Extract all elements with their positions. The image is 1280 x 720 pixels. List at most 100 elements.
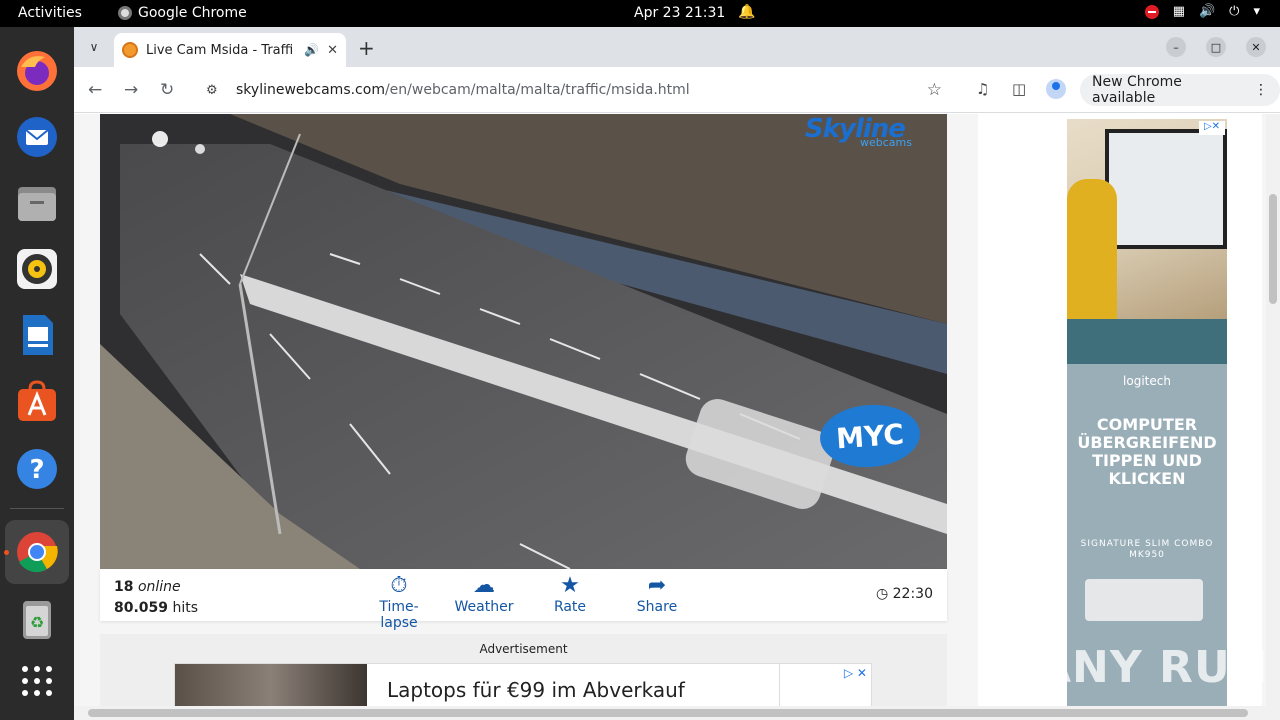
update-chrome-button[interactable]: New Chrome available ⋮ [1080, 74, 1280, 106]
browser-window: ∨ Live Cam Msida - Traffi 🔊 ✕ + – □ ✕ ← … [74, 27, 1280, 720]
share-label: Share [636, 599, 678, 615]
share-icon: ➦ [647, 573, 667, 598]
webcam-video[interactable]: Skyline webcams MYC [100, 114, 947, 569]
ad-banner-text: Laptops für €99 im Abverkauf [387, 678, 685, 702]
trash-icon[interactable]: ♻ [13, 595, 61, 643]
app-center-icon[interactable] [13, 377, 61, 425]
clock-icon: ◷ [875, 586, 889, 602]
weather-label: Weather [454, 599, 514, 615]
power-icon: ⏻ [1229, 4, 1240, 19]
system-tray[interactable]: ▦ 🔊 ⏻ ▾ [1144, 4, 1260, 19]
webcam-info-bar: 18 online 80.059 hits ⏱ Time-lapse ☁ Wea… [100, 569, 947, 631]
help-icon[interactable]: ? [13, 445, 61, 493]
side-ad-brand: logitech [1123, 374, 1171, 388]
hits-label: hits [172, 600, 199, 616]
running-indicator [4, 550, 9, 555]
site-favicon-icon [122, 42, 138, 58]
forward-button[interactable]: → [124, 80, 138, 100]
tab-strip: ∨ Live Cam Msida - Traffi 🔊 ✕ + – □ ✕ [74, 27, 1280, 67]
rate-button[interactable]: ★ Rate [550, 573, 590, 615]
app-menu[interactable]: Google Chrome [118, 5, 247, 21]
more-menu-icon[interactable]: ⋮ [1254, 82, 1268, 98]
thunderbird-icon[interactable] [13, 113, 61, 161]
chevron-down-icon: ∨ [89, 40, 99, 54]
svg-text:♻: ♻ [30, 613, 44, 632]
side-ad-photo [1067, 119, 1227, 364]
back-button[interactable]: ← [88, 80, 102, 100]
url-host: skylinewebcams.com [236, 82, 385, 98]
chrome-icon[interactable] [13, 528, 61, 576]
recording-icon[interactable] [1144, 4, 1159, 19]
weather-button[interactable]: ☁ Weather [454, 573, 514, 615]
new-tab-button[interactable]: + [358, 36, 375, 60]
system-top-bar: Activities Google Chrome Apr 23 21:31 🔔 … [0, 0, 1280, 27]
tab-title: Live Cam Msida - Traffi [146, 42, 294, 58]
keyboard-graphic [1085, 579, 1203, 621]
vertical-scrollbar[interactable] [1266, 114, 1280, 720]
close-window-button[interactable]: ✕ [1246, 37, 1266, 57]
online-label: online [137, 579, 181, 595]
advertisement-label: Advertisement [479, 642, 568, 656]
sidebar: logitech COMPUTER ÜBERGREIFEND TIPPEN UN… [978, 114, 1262, 720]
volume-icon: 🔊 [1198, 4, 1216, 19]
stats: 18 online 80.059 hits [114, 577, 198, 619]
horizontal-scrollbar[interactable] [74, 706, 1266, 720]
horizontal-scroll-thumb[interactable] [88, 709, 1248, 717]
side-ad-product: SIGNATURE SLIM COMBO MK950 [1080, 539, 1214, 560]
tab-close-icon[interactable]: ✕ [327, 43, 338, 58]
page-content: Skyline webcams MYC 18 online 80.059 hit… [74, 114, 1280, 720]
ad-close-icon[interactable]: ▷ ✕ [844, 666, 867, 680]
app-name: Google Chrome [138, 5, 247, 21]
svg-text:?: ? [29, 455, 44, 485]
apps-grid-icon[interactable] [13, 657, 61, 705]
rhythmbox-icon[interactable] [13, 245, 61, 293]
side-panel-icon[interactable]: ◫ [1012, 80, 1026, 98]
network-icon: ▦ [1172, 4, 1185, 19]
address-bar[interactable]: ⚙ skylinewebcams.com /en/webcam/malta/ma… [194, 73, 954, 107]
audio-playing-icon[interactable]: 🔊 [304, 43, 319, 57]
files-icon[interactable] [13, 179, 61, 227]
vertical-scroll-thumb[interactable] [1269, 194, 1277, 304]
clock[interactable]: Apr 23 21:31 [634, 5, 725, 21]
local-time: ◷ 22:30 [876, 586, 933, 602]
timelapse-button[interactable]: ⏱ Time-lapse [361, 573, 437, 631]
star-icon: ★ [560, 573, 580, 598]
side-advertisement[interactable]: logitech COMPUTER ÜBERGREIFEND TIPPEN UN… [1067, 119, 1227, 720]
firefox-icon[interactable] [13, 47, 61, 95]
browser-toolbar: ← → ↻ ⚙ skylinewebcams.com /en/webcam/ma… [74, 67, 1280, 113]
url-path: /en/webcam/malta/malta/traffic/msida.htm… [384, 82, 690, 98]
reload-button[interactable]: ↻ [160, 80, 174, 100]
dock-separator [10, 508, 64, 509]
local-time-value: 22:30 [892, 586, 933, 602]
site-info-icon[interactable]: ⚙ [206, 83, 222, 98]
share-button[interactable]: ➦ Share [632, 573, 682, 615]
person-graphic [1067, 179, 1117, 319]
hits-count: 80.059 [114, 600, 169, 616]
writer-icon[interactable] [13, 311, 61, 359]
maximize-button[interactable]: □ [1206, 37, 1226, 57]
timelapse-icon: ⏱ [390, 573, 408, 598]
weather-icon: ☁ [473, 573, 495, 598]
skyline-logo-sub: webcams [860, 136, 912, 149]
tab-active[interactable]: Live Cam Msida - Traffi 🔊 ✕ [114, 33, 346, 67]
side-ad-close-icon[interactable]: ▷✕ [1199, 121, 1225, 135]
timelapse-label: Time-lapse [379, 599, 419, 631]
notification-bell-icon: 🔔 [738, 4, 756, 20]
online-count: 18 [114, 579, 134, 595]
side-ad-headline: COMPUTER ÜBERGREIFEND TIPPEN UND KLICKEN [1077, 415, 1217, 488]
minimize-button[interactable]: – [1166, 37, 1186, 57]
anyrun-watermark: ANY RUN [1037, 642, 1269, 693]
dock: ? ♻ [0, 27, 74, 720]
webcam-frame [100, 114, 947, 569]
desk-graphic [1067, 319, 1227, 364]
profile-avatar[interactable] [1046, 79, 1066, 99]
activities-button[interactable]: Activities [18, 5, 82, 21]
chrome-small-icon [118, 6, 132, 20]
chevron-down-icon: ▾ [1253, 4, 1260, 19]
monitor-graphic [1105, 129, 1227, 249]
rate-label: Rate [553, 599, 587, 615]
update-label: New Chrome available [1092, 74, 1182, 106]
tab-search-button[interactable]: ∨ [82, 35, 106, 59]
media-control-icon[interactable]: ♫ [976, 80, 989, 98]
bookmark-star-icon[interactable]: ☆ [927, 80, 942, 100]
